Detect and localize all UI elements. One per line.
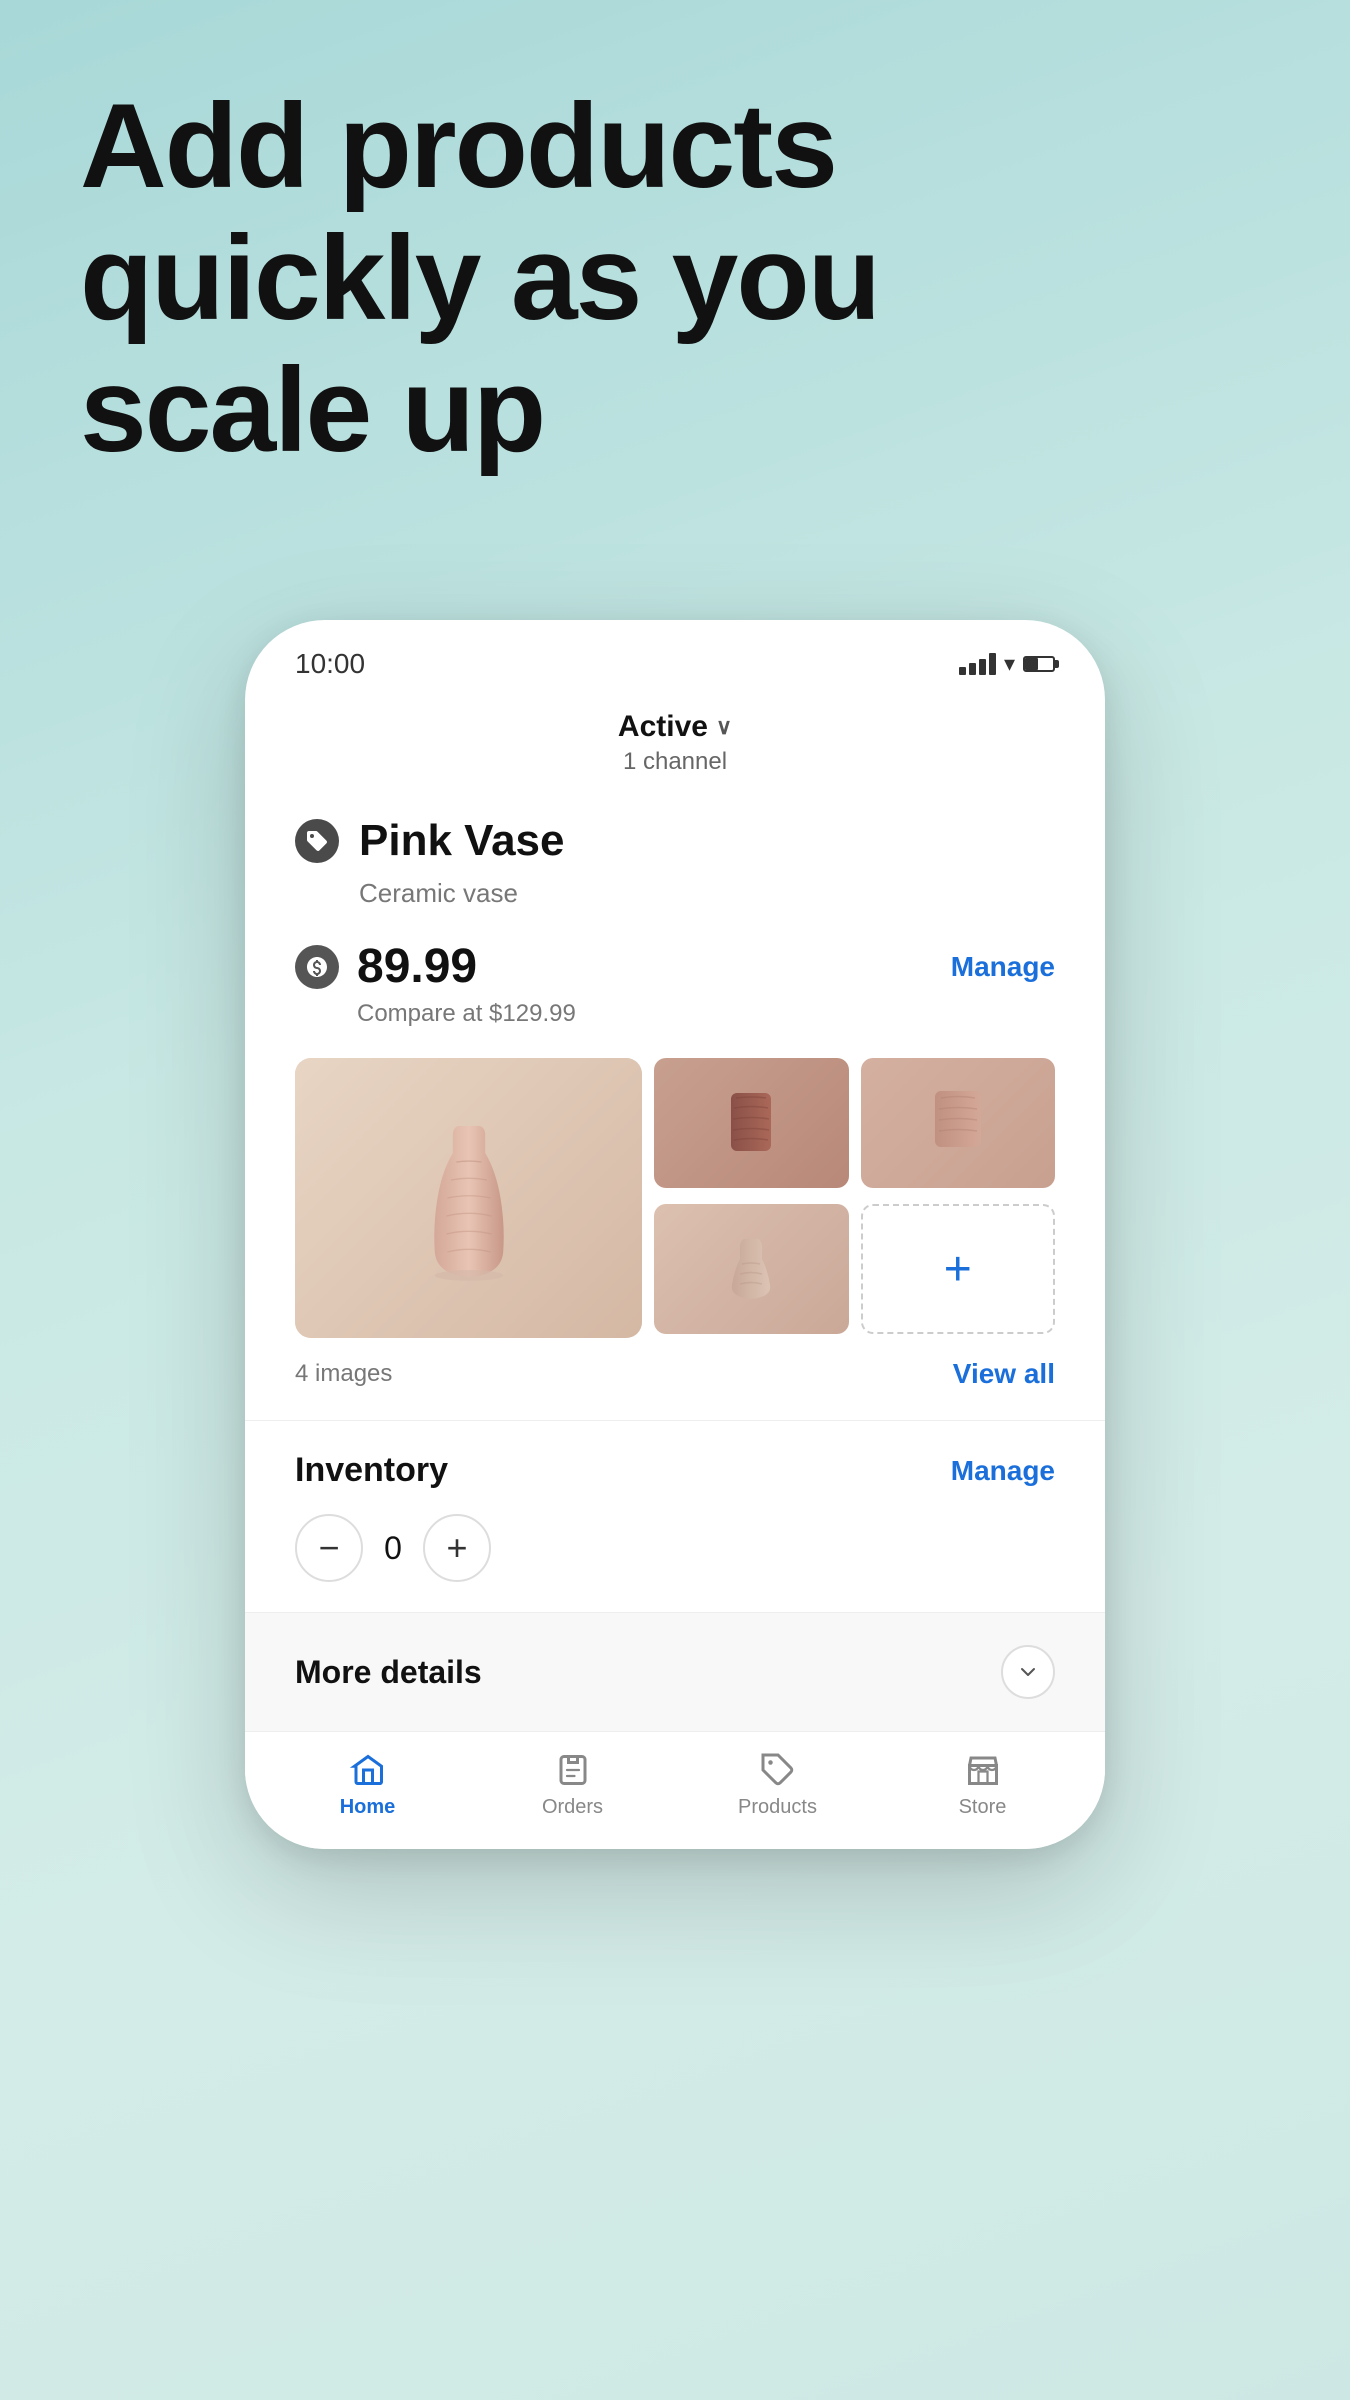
product-description: Ceramic vase: [295, 878, 1055, 909]
price-row: 89.99 Manage: [295, 939, 1055, 994]
home-icon: [350, 1752, 386, 1788]
product-name-row: Pink Vase: [295, 816, 1055, 866]
nav-item-products[interactable]: Products: [675, 1752, 880, 1819]
plus-icon: +: [944, 1242, 972, 1297]
hero-title: Add products quickly as you scale up: [80, 80, 1270, 476]
active-status-section: Active ∨ 1 channel: [245, 690, 1105, 786]
nav-orders-label: Orders: [542, 1796, 603, 1819]
product-thumbnail-1[interactable]: [654, 1058, 848, 1188]
channel-count: 1 channel: [245, 748, 1105, 776]
price-left: 89.99: [295, 939, 477, 994]
more-details-section[interactable]: More details: [245, 1612, 1105, 1731]
inventory-decrease-button[interactable]: −: [295, 1514, 363, 1582]
product-thumbnail-3[interactable]: [654, 1204, 848, 1334]
status-icons: ▾: [959, 651, 1055, 677]
active-label[interactable]: Active ∨: [245, 710, 1105, 744]
dollar-icon: [295, 945, 339, 989]
product-name: Pink Vase: [359, 816, 564, 866]
inventory-manage-button[interactable]: Manage: [951, 1455, 1055, 1487]
nav-item-home[interactable]: Home: [265, 1752, 470, 1819]
nav-item-orders[interactable]: Orders: [470, 1752, 675, 1819]
chevron-down-icon: ∨: [716, 714, 732, 740]
orders-icon: [555, 1752, 591, 1788]
inventory-section: Inventory Manage − 0 +: [245, 1421, 1105, 1612]
chevron-down-icon: [1016, 1660, 1040, 1684]
store-icon: [965, 1752, 1001, 1788]
product-section: Pink Vase Ceramic vase 89.99 Manage Comp…: [245, 786, 1105, 1390]
product-thumbnail-2[interactable]: [861, 1058, 1055, 1188]
inventory-quantity: 0: [363, 1530, 423, 1567]
hero-section: Add products quickly as you scale up: [80, 80, 1270, 476]
tag-icon: [295, 819, 339, 863]
image-count: 4 images: [295, 1360, 392, 1388]
battery-icon: [1023, 656, 1055, 672]
status-time: 10:00: [295, 648, 365, 680]
products-icon: [760, 1752, 796, 1788]
inventory-header: Inventory Manage: [295, 1451, 1055, 1490]
bottom-navigation: Home Orders Products: [245, 1731, 1105, 1849]
inventory-controls: − 0 +: [295, 1514, 1055, 1582]
nav-products-label: Products: [738, 1796, 817, 1819]
nav-home-label: Home: [340, 1796, 396, 1819]
more-details-title: More details: [295, 1654, 482, 1691]
more-details-toggle[interactable]: [1001, 1645, 1055, 1699]
wifi-icon: ▾: [1004, 651, 1015, 677]
price-value: 89.99: [357, 939, 477, 994]
compare-price: Compare at $129.99: [295, 1000, 1055, 1028]
add-image-button[interactable]: +: [861, 1204, 1055, 1334]
price-manage-button[interactable]: Manage: [951, 951, 1055, 983]
inventory-increase-button[interactable]: +: [423, 1514, 491, 1582]
status-bar: 10:00 ▾: [245, 620, 1105, 690]
gallery-footer: 4 images View all: [295, 1358, 1055, 1390]
nav-store-label: Store: [959, 1796, 1007, 1819]
inventory-title: Inventory: [295, 1451, 448, 1490]
nav-item-store[interactable]: Store: [880, 1752, 1085, 1819]
view-all-button[interactable]: View all: [953, 1358, 1055, 1390]
phone-mockup: 10:00 ▾ Active ∨ 1 channel: [245, 620, 1105, 1849]
main-product-image[interactable]: [295, 1058, 642, 1338]
image-gallery: +: [295, 1058, 1055, 1338]
signal-icon: [959, 653, 996, 675]
